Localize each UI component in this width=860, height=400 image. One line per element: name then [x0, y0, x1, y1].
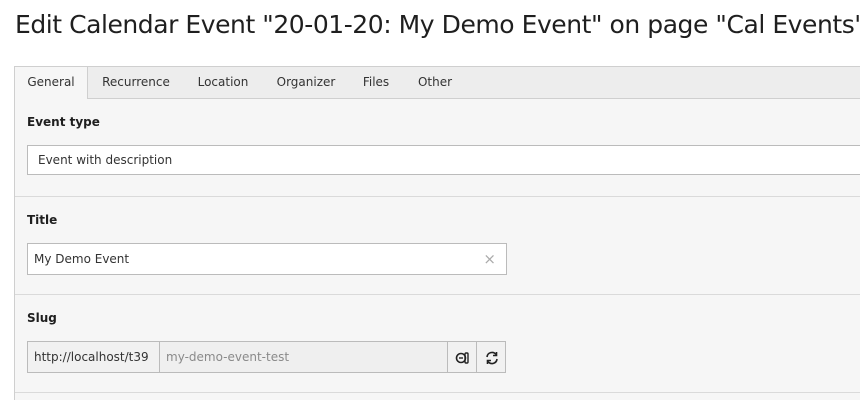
slug-refresh-button[interactable] [476, 341, 506, 373]
event-type-value: Event with description [38, 153, 173, 167]
slug-label: Slug [27, 311, 57, 325]
tab-bar: General Recurrence Location Organizer Fi… [15, 67, 860, 99]
toggle-edit-icon [455, 352, 469, 364]
event-type-label: Event type [27, 115, 100, 129]
slug-toggle-edit-button[interactable] [447, 341, 477, 373]
slug-prefix: http://localhost/t39 [27, 341, 160, 373]
event-type-select[interactable]: Event with description [27, 145, 860, 175]
slug-value: my-demo-event-test [166, 350, 290, 364]
page: Edit Calendar Event "20-01-20: My Demo E… [0, 0, 860, 400]
form-panel: General Recurrence Location Organizer Fi… [14, 66, 860, 400]
tab-recurrence[interactable]: Recurrence [93, 67, 179, 98]
tab-other[interactable]: Other [407, 67, 463, 98]
title-label: Title [27, 213, 58, 227]
close-icon[interactable]: × [483, 250, 496, 268]
page-title: Edit Calendar Event "20-01-20: My Demo E… [15, 10, 860, 39]
title-value: My Demo Event [34, 252, 130, 266]
tab-organizer[interactable]: Organizer [267, 67, 345, 98]
tab-general[interactable]: General [15, 67, 88, 99]
tab-location[interactable]: Location [189, 67, 257, 98]
slug-input-group: http://localhost/t39 my-demo-event-test [27, 341, 507, 373]
slug-input[interactable]: my-demo-event-test [159, 341, 448, 373]
tab-files[interactable]: Files [355, 67, 397, 98]
refresh-icon [486, 351, 498, 365]
title-input[interactable]: My Demo Event × [27, 243, 507, 275]
